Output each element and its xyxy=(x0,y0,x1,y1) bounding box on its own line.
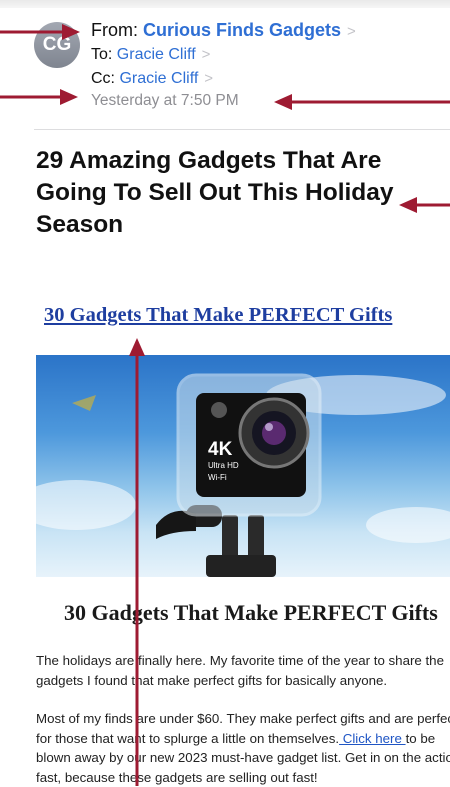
annotation-arrows xyxy=(0,24,450,786)
